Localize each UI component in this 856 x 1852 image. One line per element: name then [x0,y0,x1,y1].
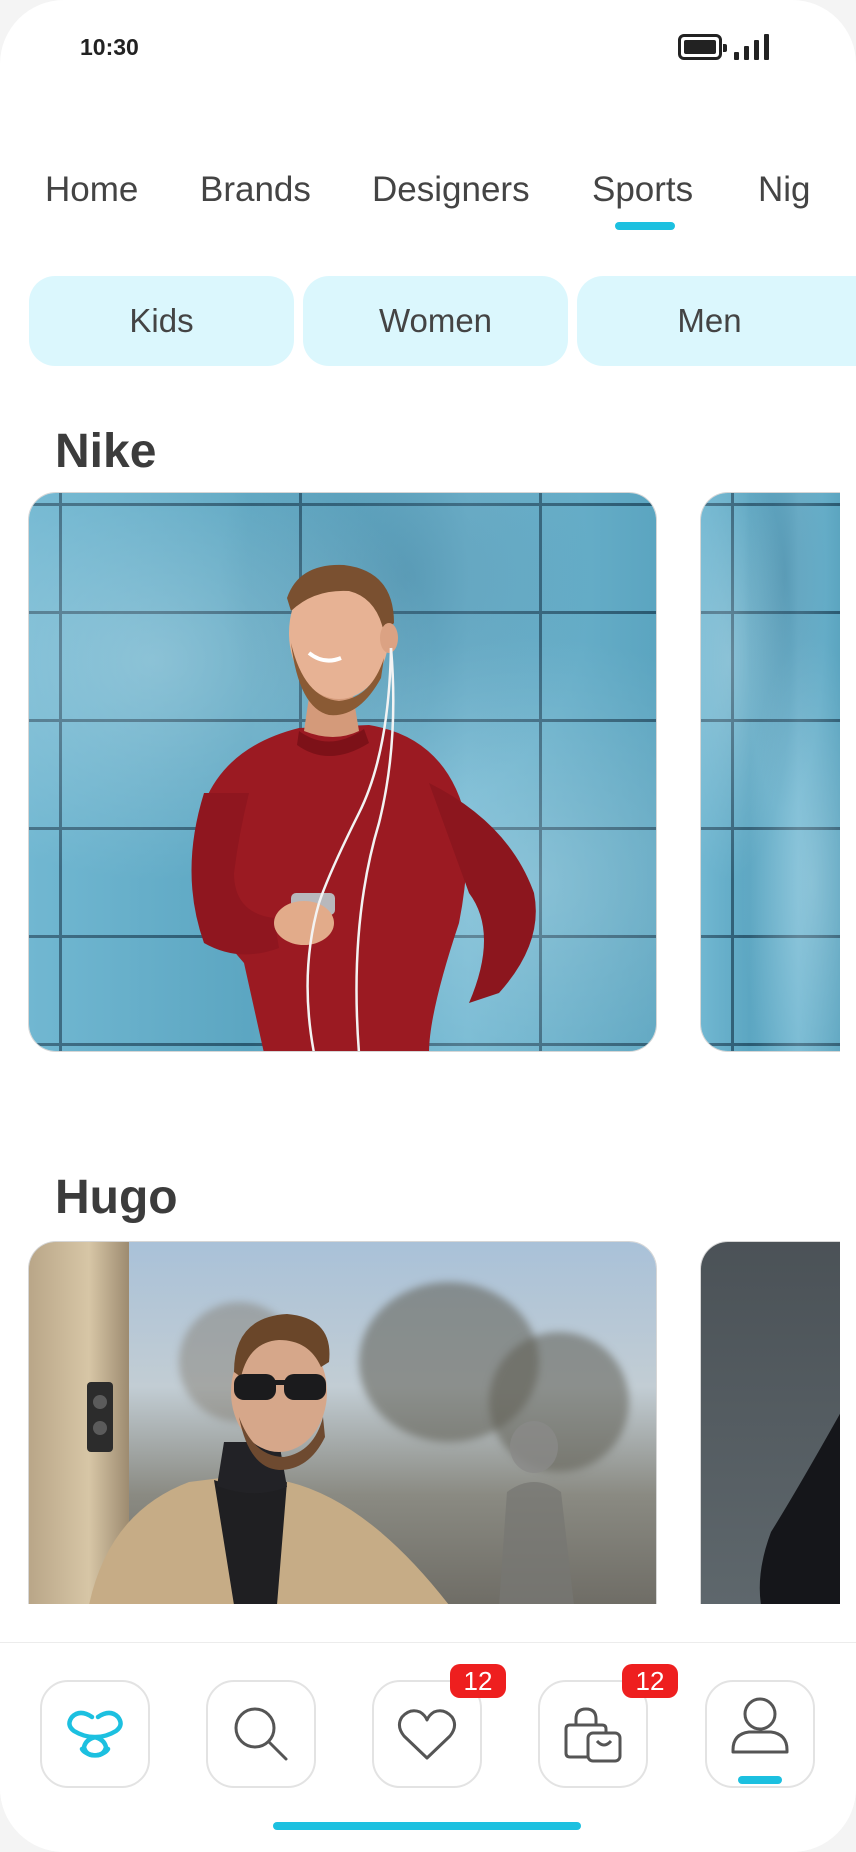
home-indicator[interactable] [273,1822,581,1830]
tab-sports[interactable]: Sports [592,170,693,210]
active-tab-indicator [615,222,675,230]
section-title-nike: Nike [55,425,157,478]
heart-icon [397,1709,457,1760]
favorites-count-badge: 12 [450,1664,506,1698]
product-card-hugo-1[interactable] [28,1241,657,1604]
tab-nightlife[interactable]: Nig [758,170,811,210]
chip-women[interactable]: Women [303,276,568,366]
battery-icon [678,34,727,60]
bag-count-badge: 12 [622,1664,678,1698]
nav-search-button[interactable] [206,1680,316,1788]
product-card-hugo-2[interactable] [700,1241,840,1604]
tab-brands[interactable]: Brands [200,170,311,210]
section-title-hugo: Hugo [55,1171,178,1224]
search-icon [234,1707,288,1761]
logo-icon [67,1710,123,1758]
chip-kids[interactable]: Kids [29,276,294,366]
nav-home-button[interactable] [40,1680,150,1788]
chip-men[interactable]: Men [577,276,856,366]
status-time: 10:30 [80,34,139,60]
chip-men-label: Men [677,302,742,339]
man-sunglasses-photo [87,1314,574,1604]
profile-icon [731,1697,789,1754]
active-nav-indicator [738,1776,782,1784]
tab-home[interactable]: Home [45,170,138,210]
tab-designers[interactable]: Designers [372,170,530,210]
card-photo-background [701,493,840,1051]
nav-profile-button[interactable] [705,1680,815,1788]
product-card-nike-2[interactable] [700,492,840,1052]
man-red-sweater-photo [191,564,536,1051]
chip-women-label: Women [378,302,493,339]
category-tabs: Home Brands Designers Sports Nig [0,170,856,240]
bag-icon [564,1707,622,1763]
phone-screen: 10:30 Home Brands Designers Sports Nig K… [0,0,856,1852]
product-card-nike-1[interactable] [28,492,657,1052]
signal-icon [734,34,770,60]
chip-kids-label: Kids [129,302,194,339]
